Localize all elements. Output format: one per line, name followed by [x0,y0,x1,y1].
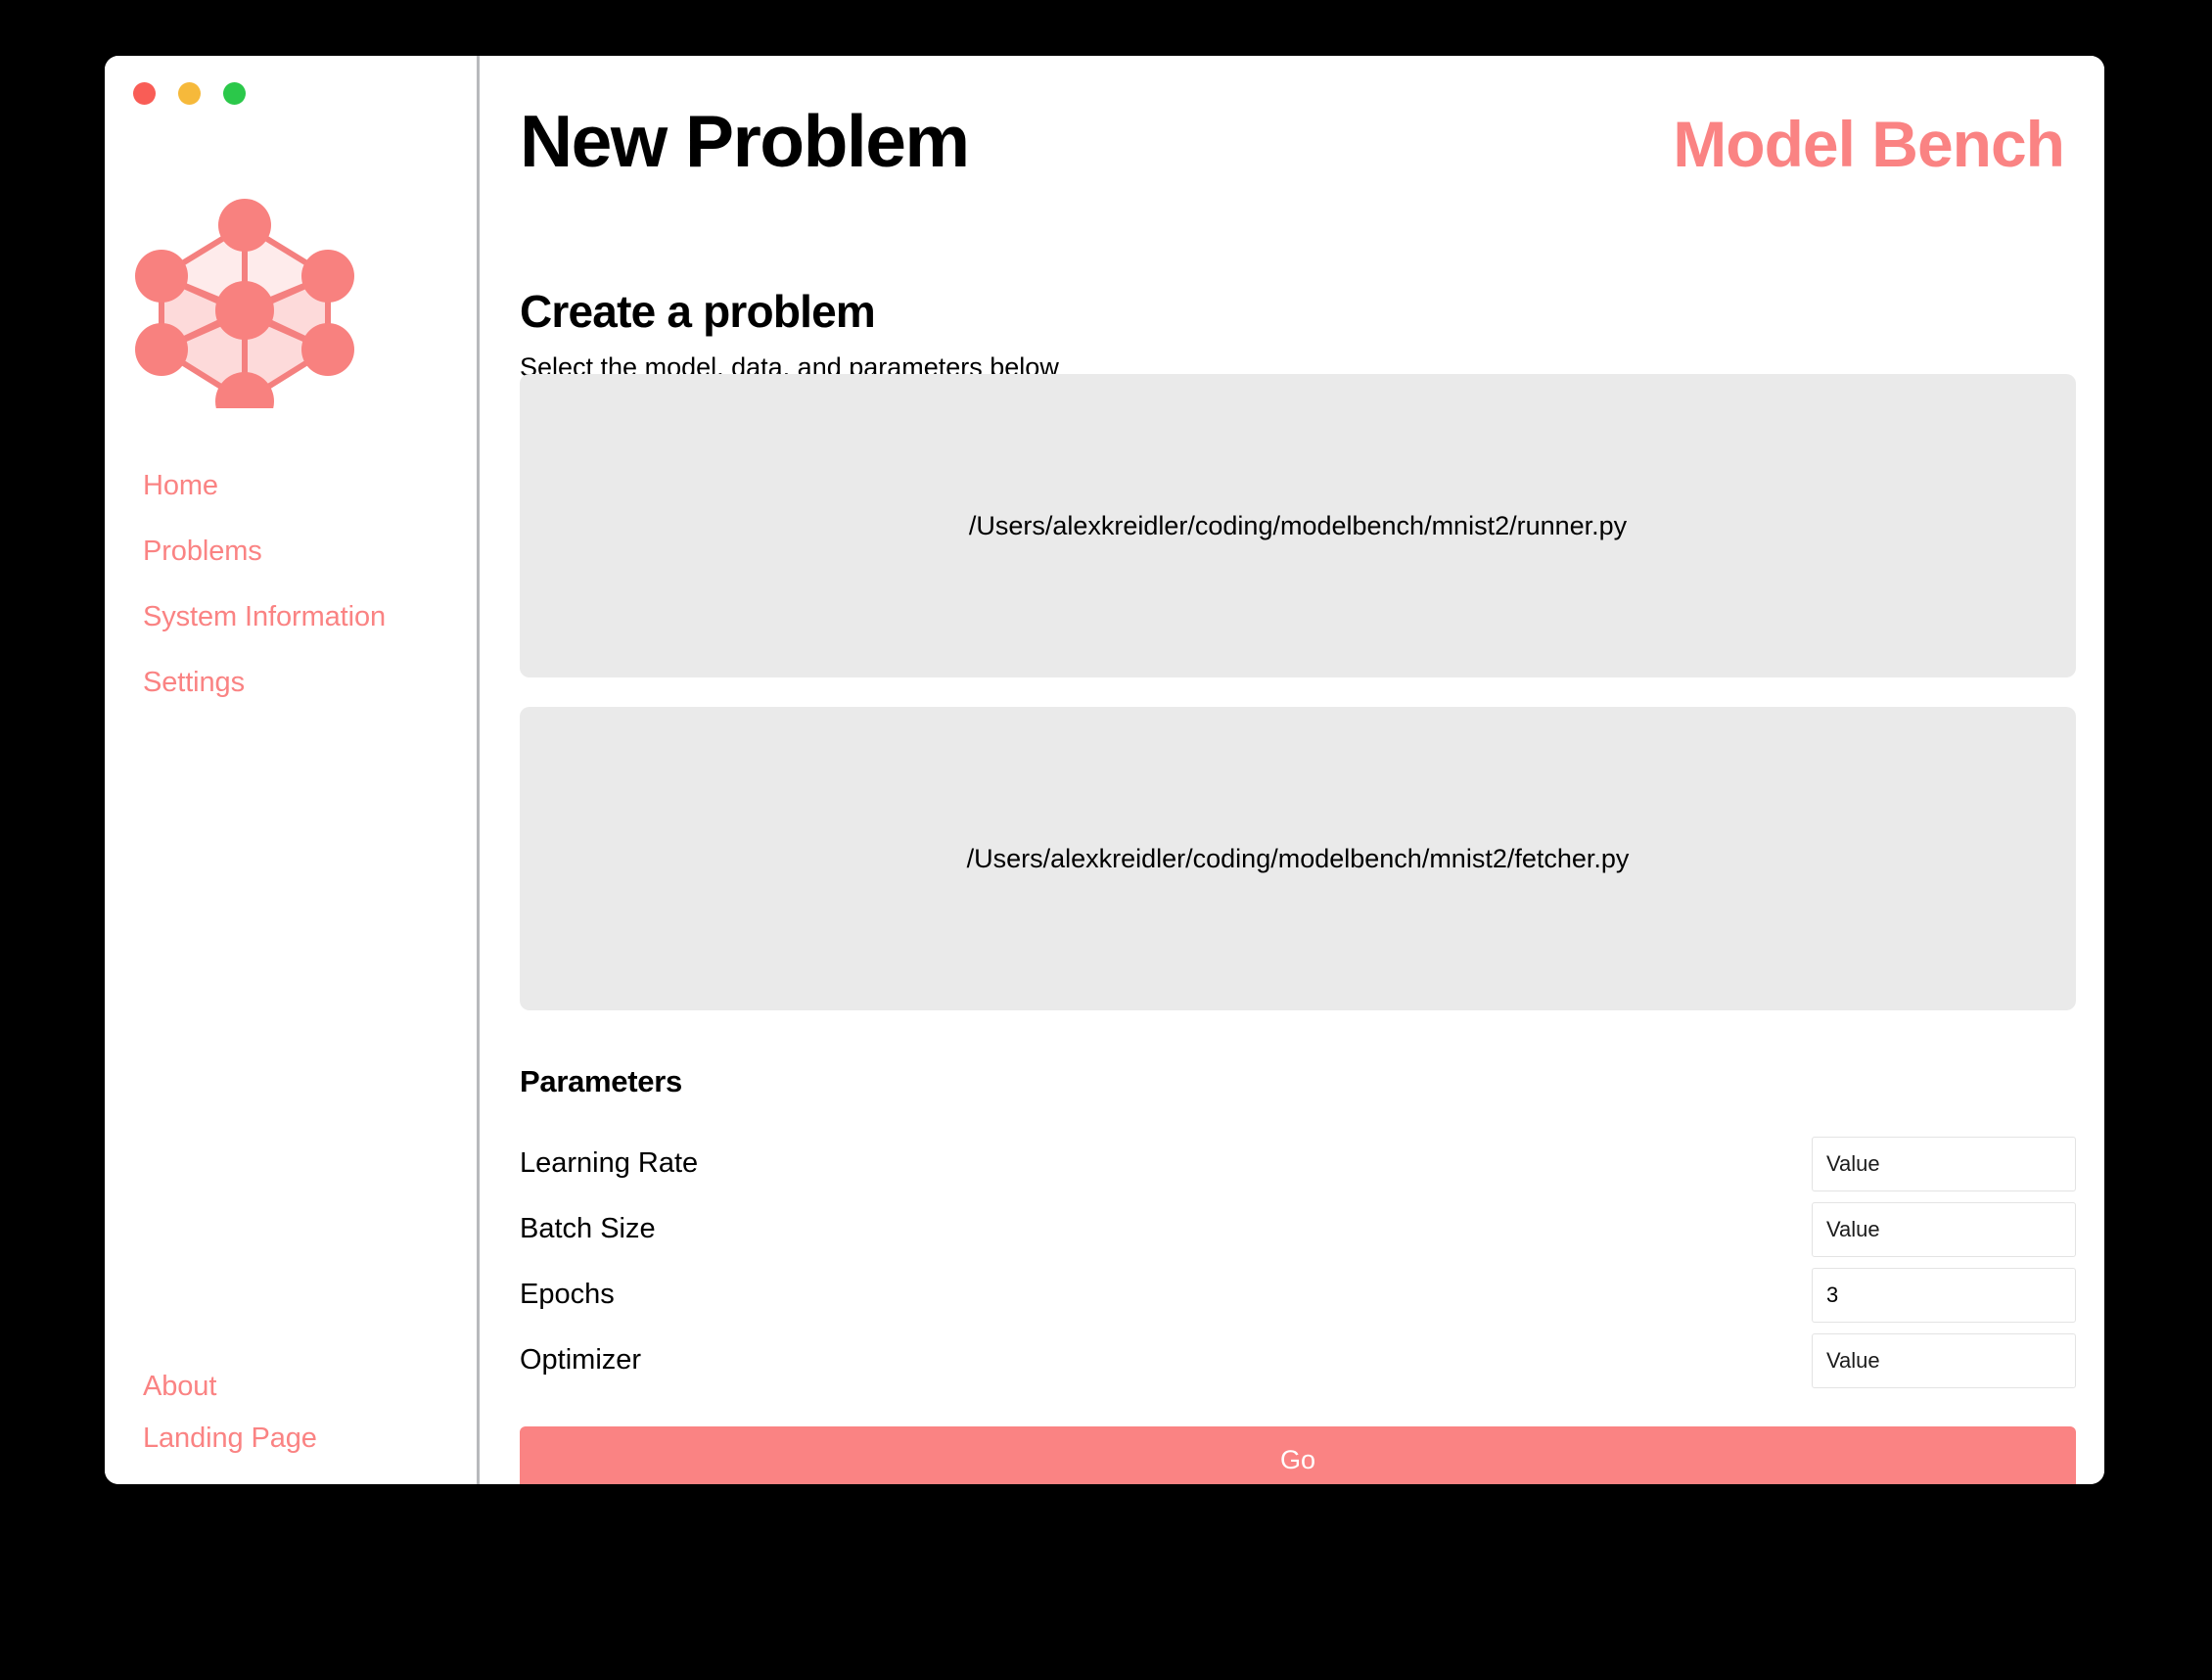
parameter-row-learning-rate: Learning Rate [520,1131,2076,1196]
sidebar-item-system-information[interactable]: System Information [143,603,466,631]
parameter-label-learning-rate: Learning Rate [520,1147,699,1179]
section-heading: Create a problem [520,286,876,337]
secondary-navigation: About Landing Page [143,1373,466,1476]
parameter-label-optimizer: Optimizer [520,1344,642,1376]
minimize-window-button[interactable] [178,82,201,105]
maximize-window-button[interactable] [223,82,246,105]
batch-size-input[interactable] [1812,1201,2076,1257]
parameter-row-epochs: Epochs [520,1262,2076,1328]
runner-file-drop-zone[interactable]: /Users/alexkreidler/coding/modelbench/mn… [520,374,2076,677]
sidebar-item-home[interactable]: Home [143,472,466,500]
go-button[interactable]: Go [520,1426,2076,1484]
epochs-input[interactable] [1812,1267,2076,1323]
parameters-heading: Parameters [520,1064,682,1098]
runner-file-path: /Users/alexkreidler/coding/modelbench/mn… [968,510,1628,540]
optimizer-input[interactable] [1812,1332,2076,1388]
neural-network-logo-icon [130,178,360,431]
parameter-row-optimizer: Optimizer [520,1328,2076,1393]
fetcher-file-path: /Users/alexkreidler/coding/modelbench/mn… [966,843,1630,873]
learning-rate-input[interactable] [1812,1136,2076,1191]
app-brand-name: Model Bench [1673,108,2065,180]
sidebar-item-landing-page[interactable]: Landing Page [143,1424,466,1453]
close-window-button[interactable] [133,82,156,105]
primary-navigation: Home Problems System Information Setting… [143,472,466,734]
sidebar-item-settings[interactable]: Settings [143,669,466,697]
sidebar-item-problems[interactable]: Problems [143,537,466,566]
sidebar-item-about[interactable]: About [143,1373,466,1401]
main-content: New Problem Model Bench Create a problem… [480,56,2104,1484]
page-title: New Problem [520,100,970,182]
window-traffic-lights [133,82,246,105]
parameter-label-batch-size: Batch Size [520,1213,656,1244]
app-window: Home Problems System Information Setting… [105,56,2104,1484]
sidebar: Home Problems System Information Setting… [105,56,480,1484]
header: New Problem Model Bench [520,100,2065,199]
parameter-label-epochs: Epochs [520,1279,615,1310]
parameters-list: Learning Rate Batch Size Epochs Optimize… [520,1131,2076,1393]
fetcher-file-drop-zone[interactable]: /Users/alexkreidler/coding/modelbench/mn… [520,707,2076,1010]
parameter-row-batch-size: Batch Size [520,1196,2076,1262]
